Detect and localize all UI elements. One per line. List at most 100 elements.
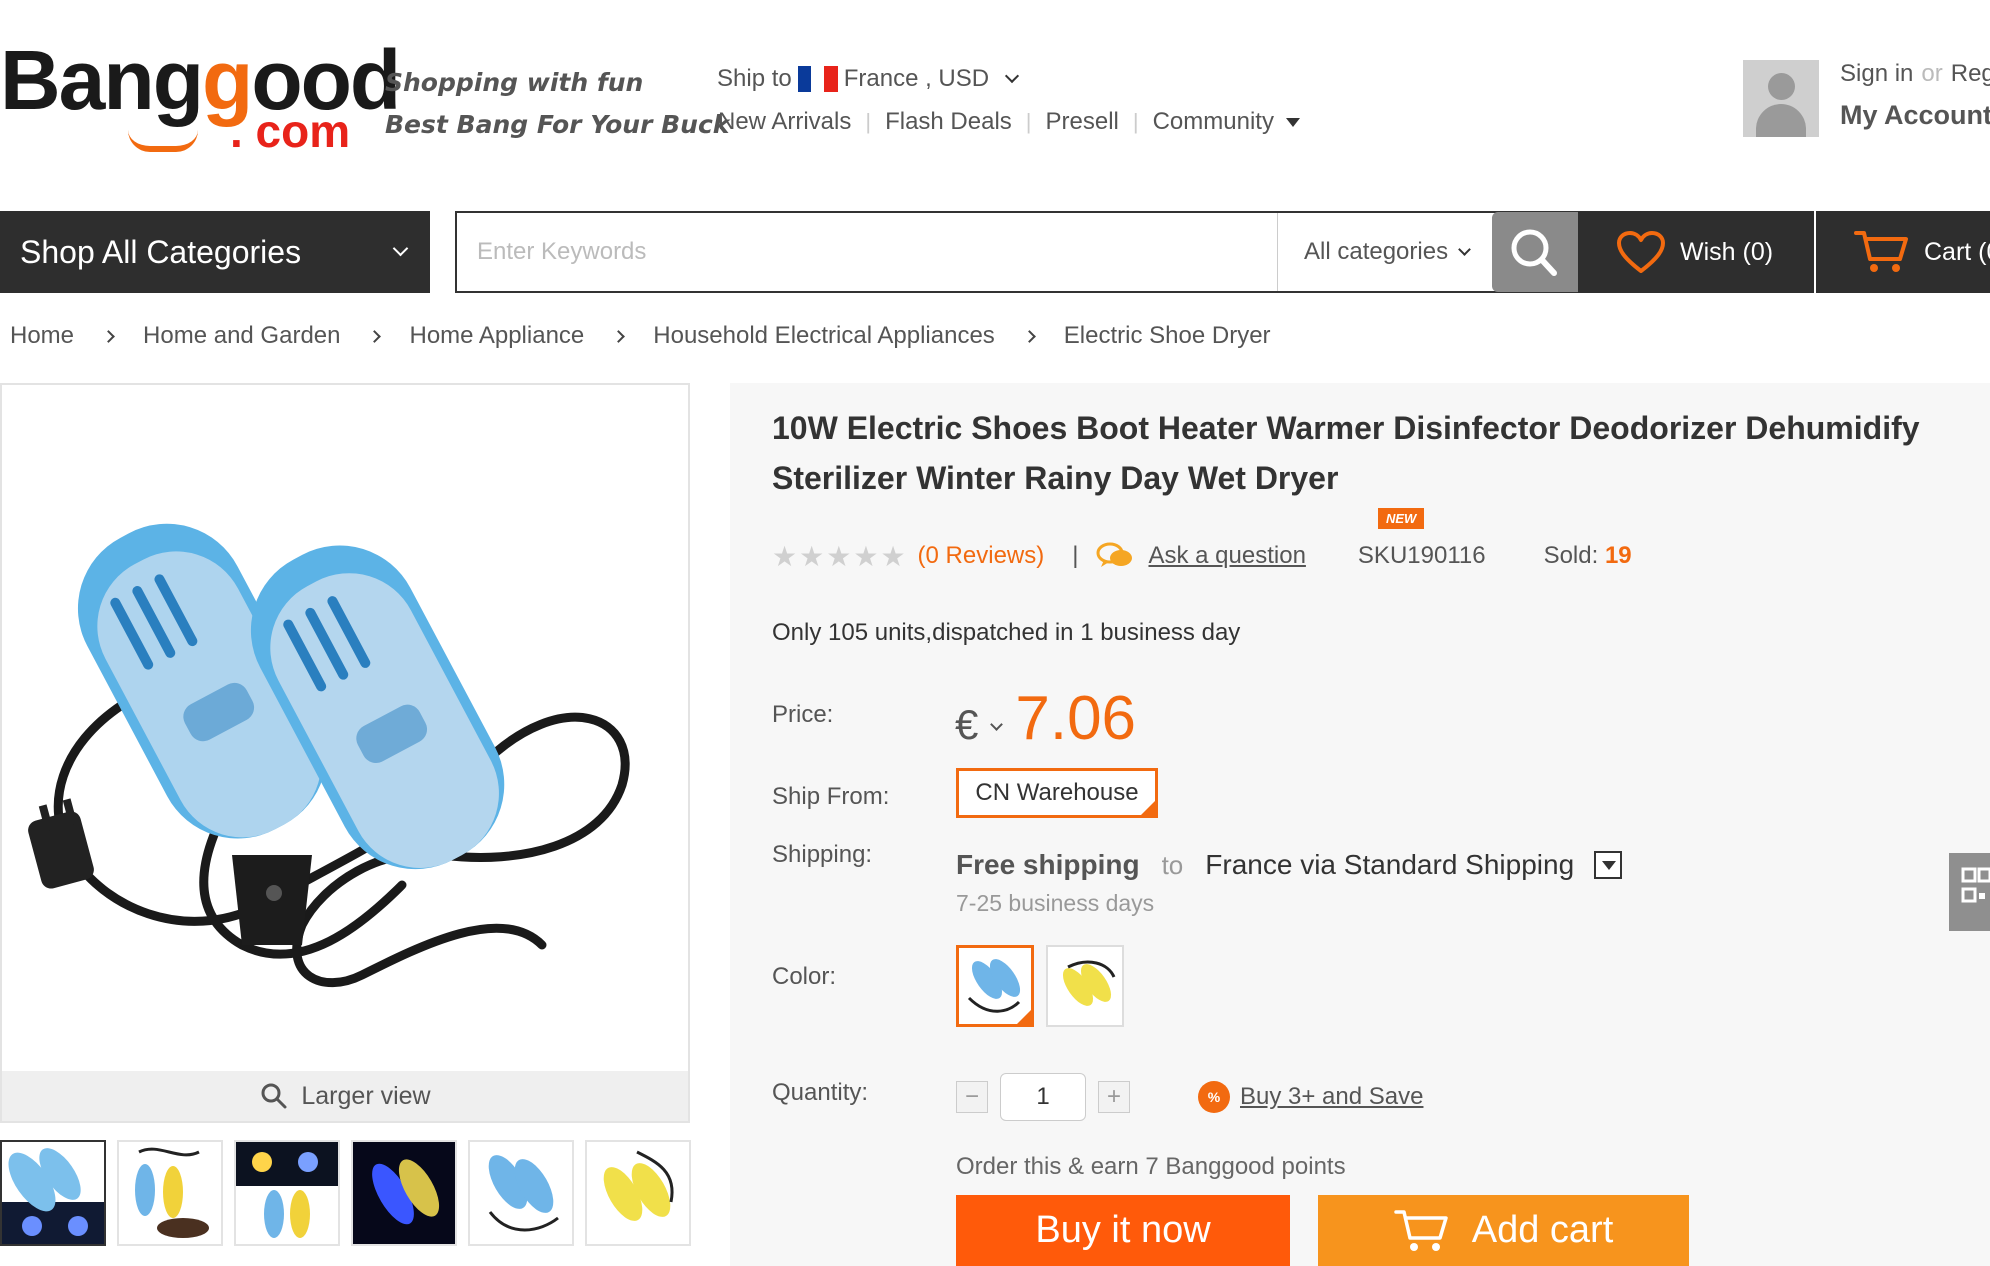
- wishlist-button[interactable]: Wish (0): [1578, 211, 1814, 293]
- category-select-value: All categories: [1304, 238, 1449, 265]
- cart-button[interactable]: Cart (0): [1816, 211, 1990, 293]
- wish-label: Wish (0): [1680, 237, 1774, 266]
- category-select[interactable]: All categories: [1277, 213, 1492, 291]
- shipping-dropdown-button[interactable]: [1594, 851, 1623, 879]
- breadcrumb-household-electrical[interactable]: Household Electrical Appliances: [653, 322, 995, 350]
- search-bar: All categories: [455, 211, 1578, 293]
- qr-code-button[interactable]: [1949, 853, 1990, 931]
- color-swatch-blue[interactable]: [956, 945, 1034, 1027]
- add-cart-label: Add cart: [1471, 1209, 1614, 1251]
- avatar-body: [1756, 104, 1806, 137]
- shipping-to-text: to: [1161, 849, 1184, 880]
- my-account-link[interactable]: My Account: [1840, 100, 1990, 131]
- sold-count: 19: [1604, 542, 1632, 569]
- reward-points-text: Order this & earn 7 Banggood points: [956, 1153, 1346, 1180]
- breadcrumb-electric-shoe-dryer[interactable]: Electric Shoe Dryer: [1064, 322, 1271, 350]
- breadcrumb-home[interactable]: Home: [10, 322, 74, 350]
- reviews-link[interactable]: (0 Reviews): [918, 542, 1045, 570]
- breadcrumb-home-appliance[interactable]: Home Appliance: [409, 322, 584, 350]
- banggood-logo[interactable]: Banggood . com: [0, 38, 401, 158]
- chevron-right-icon: [1022, 329, 1036, 343]
- chevron-down-icon: [1005, 68, 1020, 84]
- thumbnail-strip: [0, 1140, 691, 1246]
- currency-symbol[interactable]: €: [955, 701, 978, 749]
- selected-check-icon: [1016, 1009, 1031, 1024]
- nav-presell[interactable]: Presell: [1046, 108, 1119, 136]
- product-image-viewer[interactable]: Larger view: [0, 383, 690, 1123]
- search-input[interactable]: [457, 213, 1277, 291]
- color-label: Color:: [772, 963, 837, 990]
- larger-view-button[interactable]: Larger view: [2, 1071, 688, 1121]
- thumbnail[interactable]: [117, 1140, 223, 1246]
- magnifier-icon: [261, 1083, 287, 1109]
- chevron-right-icon: [102, 329, 115, 343]
- star-icon: ★: [880, 540, 906, 572]
- avatar[interactable]: [1743, 60, 1819, 137]
- thumbnail-image: [2, 1148, 104, 1244]
- france-flag-icon: [797, 66, 838, 92]
- star-icon: ★: [772, 540, 798, 572]
- chevron-down-icon: [392, 240, 409, 257]
- new-badge: NEW: [1378, 508, 1425, 529]
- star-icon: ★: [826, 540, 852, 572]
- chevron-down-icon: [1458, 242, 1471, 256]
- star-icon: ★: [853, 540, 879, 572]
- selected-check-icon: [1140, 800, 1156, 816]
- meta-divider: |: [1072, 542, 1079, 569]
- top-nav: New Arrivals | Flash Deals | Presell | C…: [718, 108, 1300, 136]
- thumbnail[interactable]: [234, 1140, 340, 1246]
- chevron-right-icon: [368, 329, 382, 343]
- search-button[interactable]: [1492, 212, 1578, 292]
- nav-divider: |: [1132, 109, 1139, 134]
- search-icon: [1511, 229, 1557, 276]
- cart-icon: [1393, 1209, 1448, 1251]
- chevron-down-icon[interactable]: [990, 718, 1004, 731]
- quantity-increase-button[interactable]: +: [1098, 1081, 1130, 1113]
- price-label: Price:: [772, 701, 834, 728]
- ask-question-link[interactable]: Ask a question: [1148, 542, 1305, 570]
- tagline-line-2: Best Bang For Your Buck: [385, 110, 730, 139]
- ship-to-selector[interactable]: Ship to France , USD: [717, 62, 1020, 96]
- ship-to-label: Ship to: [717, 65, 792, 92]
- stock-info: Only 105 units,dispatched in 1 business …: [772, 619, 1241, 646]
- avatar-head: [1768, 73, 1795, 100]
- thumbnail[interactable]: [585, 1140, 691, 1246]
- shop-all-categories-button[interactable]: Shop All Categories: [0, 211, 430, 293]
- nav-community[interactable]: Community: [1153, 108, 1274, 136]
- color-options: [956, 945, 1124, 1027]
- breadcrumb: Home Home and Garden Home Appliance Hous…: [10, 322, 1271, 350]
- or-text: or: [1921, 60, 1943, 87]
- sign-in-link[interactable]: Sign in: [1840, 60, 1913, 87]
- quantity-input[interactable]: [1000, 1073, 1086, 1121]
- thumbnail[interactable]: [468, 1140, 574, 1246]
- nav-divider: |: [865, 109, 872, 134]
- ship-from-option[interactable]: CN Warehouse: [956, 768, 1158, 818]
- breadcrumb-home-and-garden[interactable]: Home and Garden: [143, 322, 340, 350]
- thumbnail[interactable]: [351, 1140, 457, 1246]
- ship-from-value: CN Warehouse: [975, 779, 1139, 806]
- product-title: 10W Electric Shoes Boot Heater Warmer Di…: [772, 410, 1920, 496]
- shipping-method-value: France via Standard Shipping: [1205, 849, 1575, 880]
- nav-flash-deals[interactable]: Flash Deals: [885, 108, 1012, 136]
- nav-divider: |: [1025, 109, 1032, 134]
- buy-3-save-link[interactable]: Buy 3+ and Save: [1240, 1083, 1423, 1111]
- add-to-cart-button[interactable]: Add cart: [1318, 1195, 1689, 1266]
- logo-suffix: . com: [230, 105, 351, 157]
- shipping-days: 7-25 business days: [956, 890, 1155, 916]
- tagline-line-1: Shopping with fun: [385, 68, 644, 97]
- quantity-decrease-button[interactable]: −: [956, 1081, 988, 1113]
- nav-new-arrivals[interactable]: New Arrivals: [718, 108, 851, 136]
- ship-to-value: France , USD: [843, 65, 990, 92]
- qr-code-icon: [1961, 867, 1990, 903]
- buy-now-button[interactable]: Buy it now: [956, 1195, 1290, 1266]
- thumbnail-image: [353, 1142, 455, 1244]
- thumbnail-image: [603, 1150, 674, 1221]
- color-swatch-yellow[interactable]: [1046, 945, 1124, 1027]
- rating-stars: ★ ★ ★ ★ ★: [772, 540, 906, 573]
- register-link[interactable]: Register: [1951, 60, 1990, 87]
- thumbnail[interactable]: [0, 1140, 106, 1246]
- larger-view-label: Larger view: [301, 1081, 431, 1110]
- chat-bubble-icon: [1096, 542, 1133, 567]
- account-links: Sign in or Register: [1840, 60, 1990, 88]
- logo-smile: [128, 130, 198, 152]
